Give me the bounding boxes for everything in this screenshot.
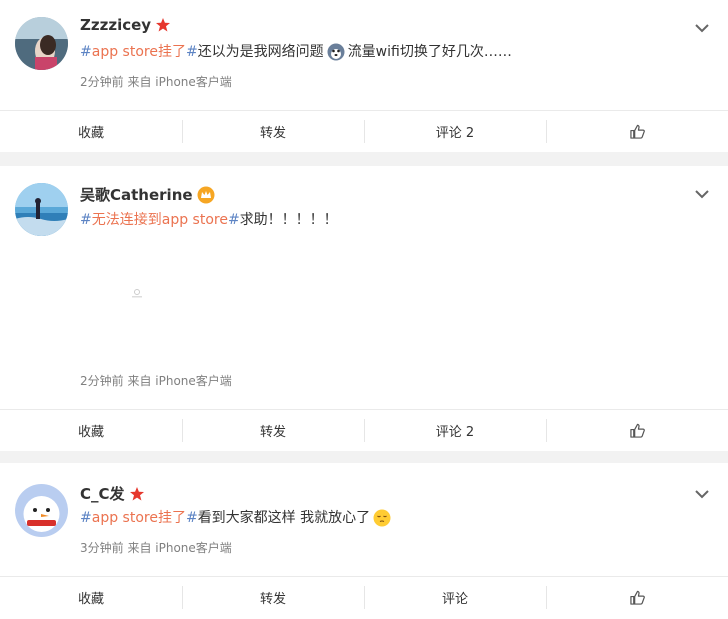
topic-hash[interactable]: # <box>80 42 92 62</box>
post-card: 吴歌Catherine # 无法连接到app store # 求助！！！！！ 2分钟前… <box>0 166 728 451</box>
repost-button[interactable]: 转发 <box>182 410 364 451</box>
thumbs-up-icon <box>629 423 645 438</box>
chevron-down-icon[interactable] <box>694 20 710 36</box>
avatar[interactable] <box>15 484 68 537</box>
username-text[interactable]: C_C发 <box>80 483 125 504</box>
favorite-button[interactable]: 收藏 <box>0 111 182 152</box>
topic-hash[interactable]: # <box>186 42 198 62</box>
crown-badge-icon <box>197 186 215 203</box>
comment-button[interactable]: 评论 <box>364 577 546 618</box>
comment-button[interactable]: 评论 2 <box>364 111 546 152</box>
repost-button[interactable]: 转发 <box>182 111 364 152</box>
username-text[interactable]: Zzzzicey <box>80 16 151 34</box>
chevron-down-icon[interactable] <box>694 486 710 502</box>
like-button[interactable] <box>546 577 728 618</box>
topic-link[interactable]: app store挂了 <box>92 508 186 528</box>
post-meta: 2分钟前 来自 iPhone客户端 <box>80 374 232 388</box>
image-loading-icon[interactable] <box>131 288 143 298</box>
like-button[interactable] <box>546 111 728 152</box>
favorite-button[interactable]: 收藏 <box>0 577 182 618</box>
username-text[interactable]: 吴歌Catherine <box>80 184 193 205</box>
star-badge-icon <box>129 486 144 500</box>
post-body: 还以为是我网络问题 <box>197 44 324 60</box>
username[interactable]: C_C发 <box>80 483 145 504</box>
like-button[interactable] <box>546 410 728 451</box>
topic-hash[interactable]: # <box>186 508 198 528</box>
topic-hash[interactable]: # <box>80 210 92 230</box>
chevron-down-icon[interactable] <box>694 186 710 202</box>
action-bar: 收藏 转发 评论 2 <box>0 409 728 451</box>
post-body: 流量wifi切换了好几次…… <box>347 44 512 60</box>
star-badge-icon <box>156 18 171 32</box>
topic-link[interactable]: app store挂了 <box>92 42 186 62</box>
husky-emoji-icon <box>327 43 345 61</box>
avatar[interactable] <box>15 183 68 236</box>
post-body: 求助！！！！！ <box>239 212 338 228</box>
thumbs-up-icon <box>629 124 645 139</box>
post-text: # app store挂了 # 还以为是我网络问题 流量wifi切换了好几次…… <box>80 42 512 62</box>
action-bar: 收藏 转发 评论 <box>0 576 728 618</box>
avatar[interactable] <box>15 17 68 70</box>
post-card: Zzzzicey # app store挂了 # 还以为是我网络问题 流量wifi切换… <box>0 0 728 152</box>
post-body: 看到大家都这样 我就放心了 <box>197 510 371 526</box>
topic-hash[interactable]: # <box>80 508 92 528</box>
action-bar: 收藏 转发 评论 2 <box>0 110 728 152</box>
repost-button[interactable]: 转发 <box>182 577 364 618</box>
topic-hash[interactable]: # <box>228 210 240 230</box>
thumbs-up-icon <box>629 590 645 605</box>
username[interactable]: 吴歌Catherine <box>80 184 215 205</box>
relieved-face-emoji-icon <box>373 509 391 527</box>
topic-link[interactable]: 无法连接到app store <box>92 210 228 230</box>
favorite-button[interactable]: 收藏 <box>0 410 182 451</box>
post-text: # app store挂了 # 看到大家都这样 我就放心了 <box>80 508 394 528</box>
post-card: C_C发 # app store挂了 # 看到大家都这样 我就放心了 3分钟前 来自 … <box>0 463 728 619</box>
post-meta: 2分钟前 来自 iPhone客户端 <box>80 75 232 89</box>
comment-button[interactable]: 评论 2 <box>364 410 546 451</box>
username[interactable]: Zzzzicey <box>80 16 171 34</box>
post-meta: 3分钟前 来自 iPhone客户端 <box>80 541 232 555</box>
post-text: # 无法连接到app store # 求助！！！！！ <box>80 210 338 230</box>
